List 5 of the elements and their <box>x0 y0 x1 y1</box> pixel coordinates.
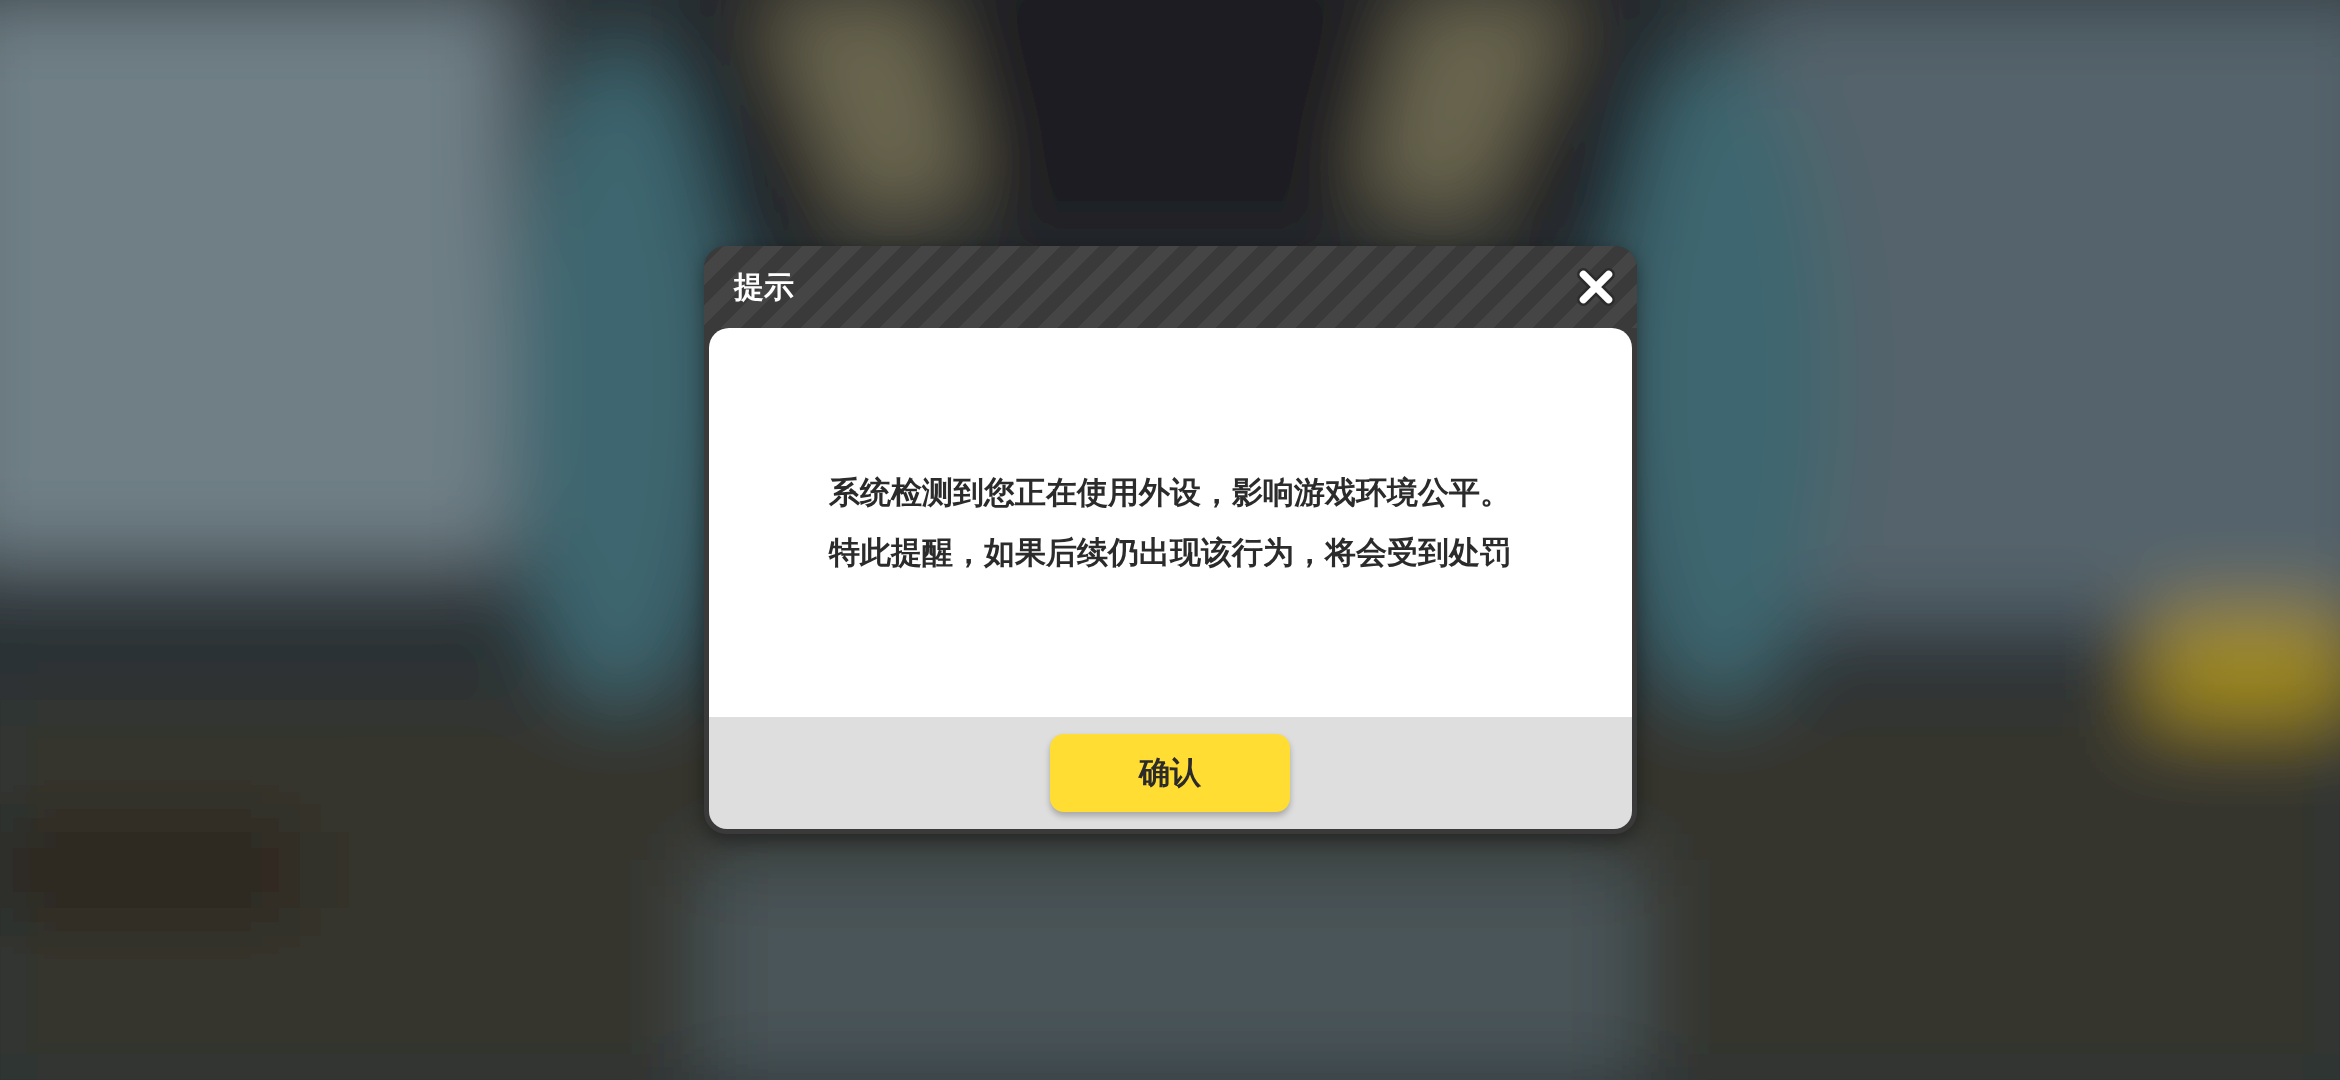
message-line: 特此提醒，如果后续仍出现该行为，将会受到处罚 <box>829 532 1511 572</box>
confirm-button[interactable]: 确认 <box>1050 734 1290 812</box>
message-line: 系统检测到您正在使用外设，影响游戏环境公平。 <box>829 472 1511 512</box>
dialog-title: 提示 <box>733 267 794 306</box>
close-icon[interactable] <box>1574 266 1617 308</box>
